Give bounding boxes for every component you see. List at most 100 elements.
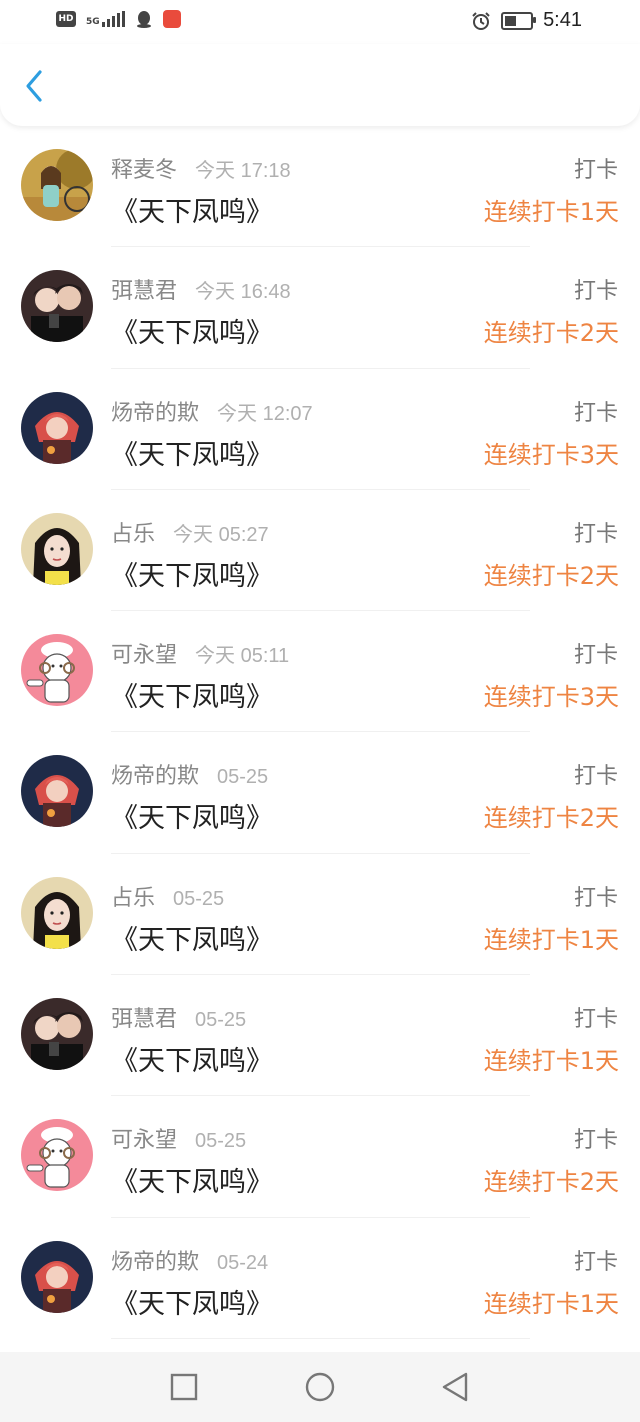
anime-red-hair-avatar[interactable] [21,755,93,828]
row-header: 弭慧君 今天 16:48 [111,273,291,305]
home-circle-icon [305,1372,335,1402]
streak-label: 连续打卡2天 [483,804,619,833]
autumn-girl-avatar[interactable] [21,149,93,221]
book-title: 《天下凤鸣》 [111,924,273,956]
row-header: 炀帝的欺 05-25 [111,758,268,790]
network-label: 5G [86,17,100,27]
checkin-row[interactable]: 炀帝的欺 05-24 《天下凤鸣》 打卡连续打卡1天 [0,1218,640,1339]
user-name: 占乐 [111,885,156,911]
checkin-tag: 打卡 [573,885,618,911]
book-title: 《天下凤鸣》 [111,1288,273,1320]
status-time: 5:41 [543,9,582,31]
checkin-time: 今天 05:11 [195,645,290,668]
girl-portrait-avatar[interactable] [21,512,93,585]
user-name: 可永望 [111,643,178,669]
checkin-time: 今天 12:07 [217,402,313,425]
back-triangle-icon [442,1372,468,1402]
checkin-time: 05-24 [217,1251,269,1274]
checkin-time: 05-25 [195,1130,247,1153]
back-button[interactable] [18,66,52,106]
checkin-row[interactable]: 可永望 今天 05:11 《天下凤鸣》 打卡 连续打卡3天 [0,611,640,733]
checkin-row[interactable]: 占乐 05-25 《天下凤鸣》 打卡 连续打卡1天 [0,854,640,976]
system-nav-bar [0,1352,640,1422]
status-right: 5:41 [471,9,582,32]
checkin-row[interactable]: 炀帝的欺 今天 12:07 《天下凤鸣》 打卡连续打卡3天 [0,369,640,490]
checkin-tag: 打卡 [573,279,618,305]
book-title: 《天下凤鸣》 [111,560,273,592]
row-header: 炀帝的欺 05-24 [111,1244,268,1276]
book-title: 《天下凤鸣》 [111,803,273,835]
checkin-row[interactable]: 弭慧君 05-25 《天下凤鸣》 打卡连续打卡1天 [0,975,640,1097]
battery-level [505,15,517,26]
checkin-tag: 打卡 [573,764,618,790]
recents-button[interactable] [166,1369,202,1405]
streak-label: 连续打卡2天 [483,561,619,590]
row-divider [111,1337,530,1339]
recents-square-icon [170,1373,198,1401]
book-title: 《天下凤鸣》 [111,682,273,714]
user-name: 炀帝的欺 [111,764,200,790]
checkin-tag: 打卡 [573,1007,618,1033]
checkin-row[interactable]: 弭慧君 今天 16:48 《天下凤鸣》 打卡连续打卡2天 [0,247,640,369]
row-header: 释麦冬 今天 17:18 [111,152,291,184]
row-header: 可永望 05-25 [111,1122,246,1154]
checkin-tag: 打卡 [573,158,618,183]
book-title: 《天下凤鸣》 [111,1046,273,1078]
checkin-row[interactable]: 炀帝的欺 05-25 《天下凤鸣》 打卡连续打卡2天 [0,732,640,854]
checkin-tag: 打卡 [573,1128,618,1154]
top-app-bar [0,44,640,126]
book-title: 《天下凤鸣》 [111,197,273,228]
home-button[interactable] [302,1369,338,1405]
streak-label: 连续打卡2天 [483,1168,619,1197]
anime-red-hair-avatar[interactable] [21,1240,93,1313]
checkin-tag: 打卡 [573,1249,618,1275]
couple-avatar[interactable] [21,270,93,343]
checkin-time: 05-25 [217,766,269,789]
book-title: 《天下凤鸣》 [111,318,273,350]
checkin-time: 今天 17:18 [195,160,291,182]
chevron-left-icon [26,70,42,102]
row-header: 占乐 今天 05:27 [111,516,269,548]
streak-label: 连续打卡2天 [483,319,619,348]
checkin-time: 今天 05:27 [173,523,269,546]
user-name: 占乐 [111,521,156,547]
nav-back-button[interactable] [438,1369,474,1405]
hd-icon: HD [56,11,76,27]
checkin-row[interactable]: 可永望 05-25 《天下凤鸣》 打卡连续打卡2天 [0,1096,640,1218]
user-name: 弭慧君 [111,1007,178,1033]
app-notification-icon [162,10,181,28]
signal-icon: 5G [86,11,125,27]
book-title: 《天下凤鸣》 [111,439,273,471]
battery-icon [501,11,537,30]
cartoon-sheep-avatar[interactable] [21,1119,93,1192]
user-name: 炀帝的欺 [111,1249,200,1275]
girl-portrait-avatar[interactable] [21,876,93,949]
checkin-tag: 打卡 [573,400,618,426]
alarm-icon [472,11,490,30]
couple-avatar[interactable] [21,998,93,1071]
status-bar: HD 5G 5:41 [0,0,640,44]
row-header: 弭慧君 05-25 [111,1001,246,1033]
checkin-list: 释麦冬 今天 17:18 《天下凤鸣》 打卡 连续打卡1天 弭慧君 今天 16:48 《天下凤… [0,126,640,1339]
signal-bars [101,11,125,27]
cartoon-sheep-avatar[interactable] [21,634,93,707]
book-title: 《天下凤鸣》 [111,1167,273,1199]
user-name: 炀帝的欺 [111,400,200,426]
checkin-tag: 打卡 [573,521,618,547]
checkin-time: 今天 16:48 [195,281,291,304]
row-header: 炀帝的欺 今天 12:07 [111,395,313,427]
anime-red-hair-avatar[interactable] [21,391,93,464]
row-header: 可永望 今天 05:11 [111,637,289,669]
streak-label: 连续打卡1天 [483,198,619,226]
streak-label: 连续打卡3天 [483,440,619,469]
streak-label: 连续打卡1天 [483,925,619,954]
user-name: 弭慧君 [111,279,178,305]
checkin-tag: 打卡 [573,643,618,669]
status-left: HD 5G [56,10,181,28]
checkin-row[interactable]: 释麦冬 今天 17:18 《天下凤鸣》 打卡连续打卡1天 [0,126,640,248]
checkin-row[interactable]: 占乐 今天 05:27 《天下凤鸣》 打卡连续打卡2天 [0,490,640,612]
streak-label: 连续打卡1天 [483,1047,619,1076]
streak-label: 连续打卡1天 [483,1289,619,1318]
checkin-time: 05-25 [195,1009,247,1032]
user-name: 释麦冬 [111,158,178,183]
